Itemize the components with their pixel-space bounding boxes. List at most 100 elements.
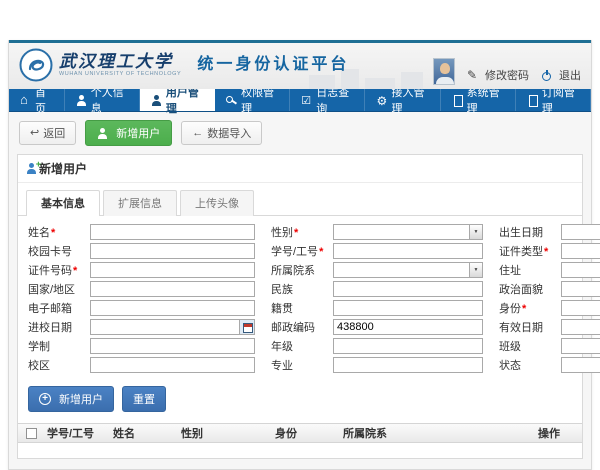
column-header-identity: 身份 — [275, 425, 343, 441]
identity-input[interactable] — [561, 300, 600, 316]
student-id-input[interactable] — [333, 243, 483, 259]
platform-title: 统一身份认证平台 — [197, 50, 349, 80]
form-field-country-region: 国家/地区 — [28, 280, 255, 297]
column-header-department: 所属院系 — [343, 425, 538, 441]
tab-extended-info[interactable]: 扩展信息 — [103, 190, 177, 216]
form-field-valid-date: 有效日期 — [499, 318, 600, 335]
enroll-date-date-field — [90, 319, 255, 335]
user-avatar[interactable] — [433, 58, 455, 85]
address-input[interactable] — [561, 262, 600, 278]
campus-label: 校区 — [28, 357, 90, 373]
form-field-identity: 身份* — [499, 299, 600, 316]
submit-add-user-button[interactable]: 新增用户 — [28, 386, 114, 412]
nav-item-log-query[interactable]: 日志查询 — [290, 89, 365, 111]
back-button[interactable]: ↩ 返回 — [19, 121, 76, 145]
native-place-input[interactable] — [333, 300, 483, 316]
calendar-icon[interactable] — [239, 319, 255, 335]
form-field-id-type: 证件类型* — [499, 242, 600, 259]
nav-item-subscription-management[interactable]: 订阅管理 — [516, 89, 591, 111]
grade-input[interactable] — [333, 338, 483, 354]
logout-label: 退出 — [559, 67, 581, 83]
ethnicity-input[interactable] — [333, 281, 483, 297]
nav-item-user-management[interactable]: 用户管理 — [140, 89, 215, 111]
birth-date-input[interactable] — [561, 224, 600, 240]
student-id-label: 学号/工号* — [271, 243, 333, 259]
postal-code-label: 邮政编码 — [271, 319, 333, 335]
address-label: 住址 — [499, 262, 561, 278]
class-label: 班级 — [499, 338, 561, 354]
enroll-date-input[interactable] — [90, 319, 239, 335]
change-password-link[interactable]: 修改密码 — [467, 67, 529, 83]
valid-date-input[interactable] — [561, 319, 600, 335]
check-icon — [301, 95, 312, 106]
campus-input[interactable] — [90, 357, 255, 373]
content-area: ↩ 返回 新增用户 ← 数据导入 + 新增用户 基本信息扩展信息上传头像 姓名*… — [9, 112, 591, 469]
plus-circle-icon — [39, 393, 51, 405]
form-tabs: 基本信息扩展信息上传头像 — [18, 183, 582, 216]
grade-label: 年级 — [271, 338, 333, 354]
form-field-student-id: 学号/工号* — [271, 242, 483, 259]
reset-button[interactable]: 重置 — [122, 386, 166, 412]
form-field-address: 住址 — [499, 261, 600, 278]
form-field-department: 所属院系▼ — [271, 261, 483, 278]
country-region-input[interactable] — [90, 281, 255, 297]
id-type-label: 证件类型* — [499, 243, 561, 259]
id-type-input[interactable] — [561, 243, 600, 259]
id-number-input[interactable] — [90, 262, 255, 278]
gender-select[interactable]: ▼ — [333, 224, 483, 240]
building-watermark — [401, 72, 423, 89]
name-input[interactable] — [90, 224, 255, 240]
country-region-label: 国家/地区 — [28, 281, 90, 297]
section-title: 新增用户 — [39, 160, 87, 177]
select-all-checkbox[interactable] — [26, 428, 37, 439]
major-input[interactable] — [333, 357, 483, 373]
form-field-grade: 年级 — [271, 337, 483, 354]
email-input[interactable] — [90, 300, 255, 316]
political-status-label: 政治面貌 — [499, 281, 561, 297]
form-field-native-place: 籍贯 — [271, 299, 483, 316]
pencil-icon — [467, 70, 478, 81]
header-user-area: 修改密码 退出 — [433, 58, 581, 85]
nav-item-permission-management[interactable]: 权限管理 — [215, 89, 290, 111]
gear-icon — [376, 95, 387, 106]
tab-basic-info[interactable]: 基本信息 — [26, 190, 100, 216]
valid-date-label: 有效日期 — [499, 319, 561, 335]
nav-item-system-management[interactable]: 系统管理 — [441, 89, 516, 111]
nav-item-access-management[interactable]: 接入管理 — [365, 89, 440, 111]
university-name-cn: 武汉理工大学 — [59, 53, 181, 71]
university-logo-icon — [19, 48, 53, 82]
political-status-input[interactable] — [561, 281, 600, 297]
department-select[interactable]: ▼ — [333, 262, 483, 278]
dropdown-arrow-icon[interactable]: ▼ — [469, 263, 482, 277]
change-password-label: 修改密码 — [485, 67, 529, 83]
plus-badge: + — [36, 159, 41, 169]
logout-link[interactable]: 退出 — [541, 67, 581, 83]
home-icon — [20, 95, 31, 106]
form-field-major: 专业 — [271, 356, 483, 373]
tab-upload-avatar[interactable]: 上传头像 — [180, 190, 254, 216]
status-label: 状态 — [499, 357, 561, 373]
class-input[interactable] — [561, 338, 600, 354]
form-field-campus: 校区 — [28, 356, 255, 373]
data-import-button[interactable]: ← 数据导入 — [181, 121, 262, 145]
person-icon — [76, 95, 87, 106]
ethnicity-label: 民族 — [271, 281, 333, 297]
study-length-label: 学制 — [28, 338, 90, 354]
new-user-form: 姓名*性别*▼出生日期校园卡号学号/工号*证件类型*证件号码*所属院系▼住址国家… — [18, 216, 582, 379]
required-marker: * — [73, 265, 77, 277]
nav-item-profile[interactable]: 个人信息 — [65, 89, 140, 111]
form-field-gender: 性别* ▼ — [271, 223, 483, 240]
add-user-toolbar-button[interactable]: 新增用户 — [85, 120, 172, 146]
app-window: 武汉理工大学 WUHAN UNIVERSITY OF TECHNOLOGY 统一… — [8, 40, 592, 470]
id-number-label: 证件号码* — [28, 262, 90, 278]
birth-date-label: 出生日期 — [499, 224, 561, 240]
dropdown-arrow-icon[interactable]: ▼ — [469, 225, 482, 239]
status-input[interactable] — [561, 357, 600, 373]
study-length-input[interactable] — [90, 338, 255, 354]
nav-item-home[interactable]: 首页 — [9, 89, 65, 111]
reset-button-label: 重置 — [133, 391, 155, 407]
postal-code-input[interactable] — [333, 319, 483, 335]
form-field-study-length: 学制 — [28, 337, 255, 354]
campus-card-number-input[interactable] — [90, 243, 255, 259]
gender-label: 性别* — [271, 224, 333, 240]
